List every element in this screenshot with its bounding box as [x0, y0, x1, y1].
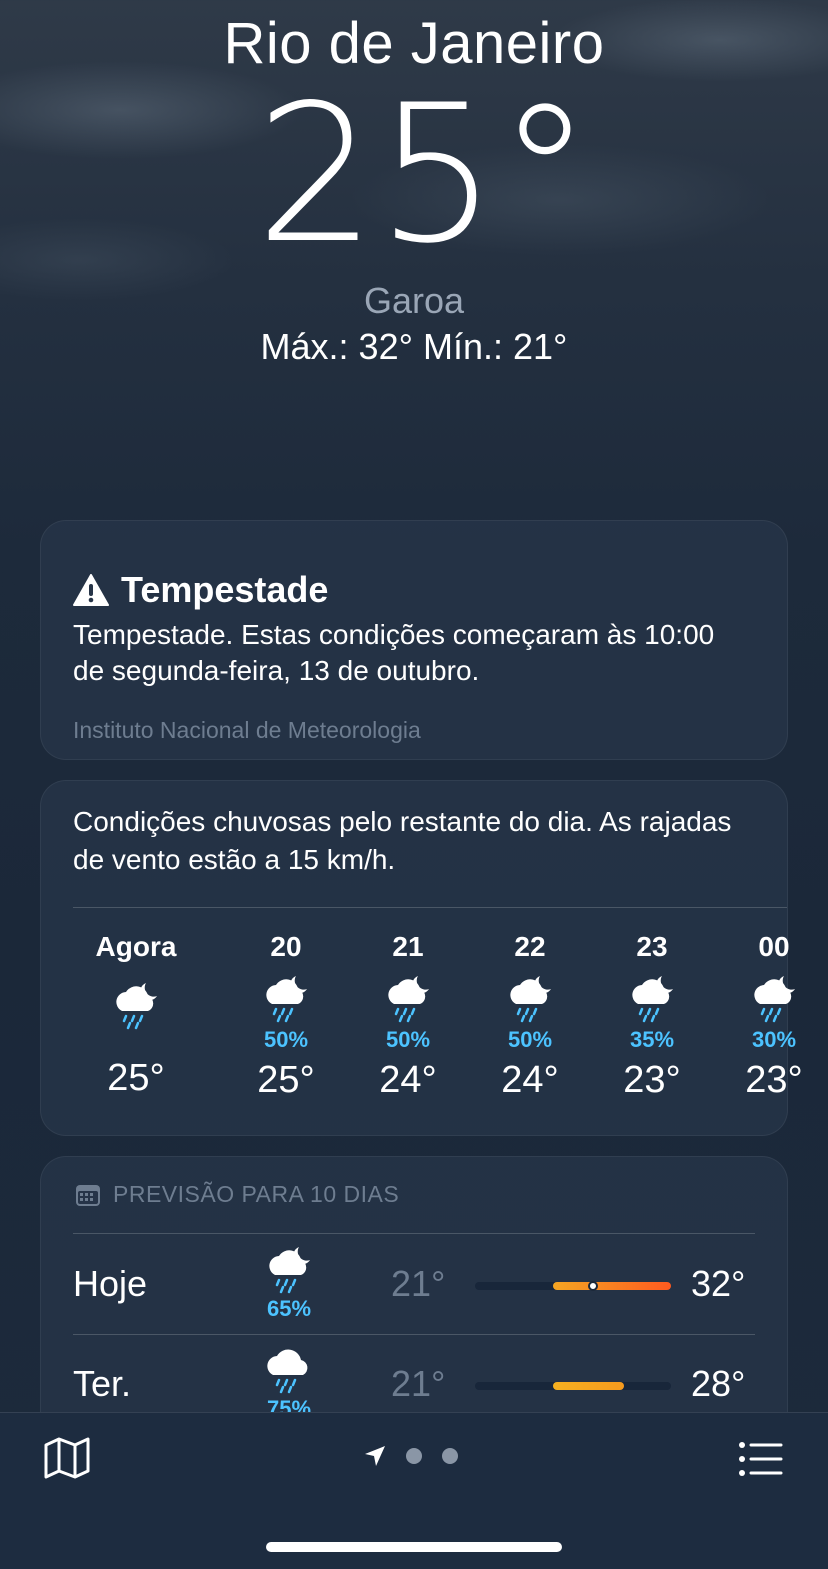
temperature-range-fill	[553, 1282, 671, 1290]
hour-label: 00	[758, 931, 790, 962]
hour-temp: 25°	[107, 1057, 165, 1099]
drizzle-moon-icon	[597, 969, 707, 1027]
divider	[73, 907, 787, 908]
home-indicator[interactable]	[266, 1542, 562, 1552]
hour-precip	[81, 1033, 191, 1053]
hour-precip: 35%	[629, 1027, 675, 1052]
hour-label: 23	[636, 931, 668, 962]
hour-item: 20 50% 25°	[231, 931, 341, 1102]
hour-precip: 50%	[385, 1027, 431, 1052]
hour-temp: 23°	[745, 1059, 803, 1101]
hour-label: 21	[392, 931, 424, 962]
drizzle-moon-icon	[269, 1247, 310, 1294]
alert-body: Tempestade. Estas condições começaram às…	[73, 619, 715, 686]
current-temp-dot	[587, 1281, 598, 1291]
temperature-range-fill	[553, 1382, 624, 1390]
day-name: Ter.	[73, 1363, 132, 1404]
temperature-range-bar	[475, 1382, 671, 1390]
hourly-summary: Condições chuvosas pelo restante do dia.…	[73, 806, 732, 875]
ten-day-title: PREVISÃO PARA 10 DIAS	[113, 1181, 400, 1207]
hour-temp: 25°	[257, 1059, 315, 1101]
hour-precip: 50%	[263, 1027, 309, 1052]
hour-label: 20	[270, 931, 302, 962]
day-name: Hoje	[73, 1263, 148, 1304]
page-indicator[interactable]	[364, 1445, 458, 1467]
map-icon[interactable]	[44, 1437, 90, 1484]
hour-item: 23 35% 23°	[597, 931, 707, 1102]
location-arrow-icon[interactable]	[364, 1445, 386, 1467]
day-row-today[interactable]: Hoje 65% 21° 32°	[73, 1235, 757, 1335]
severe-weather-alert-card[interactable]: Tempestade Tempestade. Estas condições c…	[40, 520, 788, 760]
ten-day-header: PREVISÃO PARA 10 DIAS	[75, 1181, 399, 1208]
alert-title-row: Tempestade	[73, 569, 328, 611]
alert-source: Instituto Nacional de Meteorologia	[73, 717, 421, 743]
drizzle-cloud-icon	[267, 1349, 308, 1394]
hour-temp: 24°	[379, 1059, 437, 1101]
hourly-forecast-card[interactable]: Condições chuvosas pelo restante do dia.…	[40, 780, 803, 1136]
divider	[73, 1233, 755, 1234]
calendar-icon	[76, 1184, 100, 1206]
drizzle-moon-icon	[231, 969, 341, 1027]
warning-triangle-icon	[73, 574, 109, 606]
high-low-text: Máx.: 32° Mín.: 21°	[260, 326, 568, 367]
hour-label: 22	[514, 931, 546, 962]
hour-precip: 30%	[751, 1027, 797, 1052]
drizzle-moon-icon	[353, 969, 463, 1027]
list-icon[interactable]	[738, 1441, 784, 1482]
hour-label: Agora	[95, 931, 177, 962]
condition-text: Garoa	[363, 280, 465, 321]
ten-day-forecast-card[interactable]: PREVISÃO PARA 10 DIAS Hoje 65% 21° 32° T…	[40, 1156, 788, 1456]
drizzle-moon-icon	[81, 977, 191, 1033]
current-temperature: 25°	[255, 64, 593, 285]
hour-item: 21 50% 24°	[353, 931, 463, 1102]
hour-item: Agora 25°	[81, 931, 191, 1100]
drizzle-moon-icon	[475, 969, 585, 1027]
alert-title: Tempestade	[121, 569, 329, 610]
day-precip: 65%	[266, 1296, 312, 1321]
hour-item: 00 30% 23°	[719, 931, 828, 1102]
day-high: 28°	[691, 1363, 746, 1404]
temperature-range-bar	[475, 1281, 671, 1291]
page-dot[interactable]	[406, 1448, 422, 1464]
hour-precip: 50%	[507, 1027, 553, 1052]
hour-temp: 23°	[623, 1059, 681, 1101]
hourly-scroll[interactable]: Agora 25° 20 50% 25° 21 50% 24° 22 50% 2…	[61, 931, 803, 1121]
drizzle-moon-icon	[719, 969, 828, 1027]
day-weather: 65%	[253, 1243, 325, 1322]
day-weather: 75%	[253, 1343, 325, 1422]
day-low: 21°	[391, 1263, 446, 1304]
hour-item: 22 50% 24°	[475, 931, 585, 1102]
day-high: 32°	[691, 1263, 746, 1304]
hour-temp: 24°	[501, 1059, 559, 1101]
day-low: 21°	[391, 1363, 446, 1404]
page-dot[interactable]	[442, 1448, 458, 1464]
